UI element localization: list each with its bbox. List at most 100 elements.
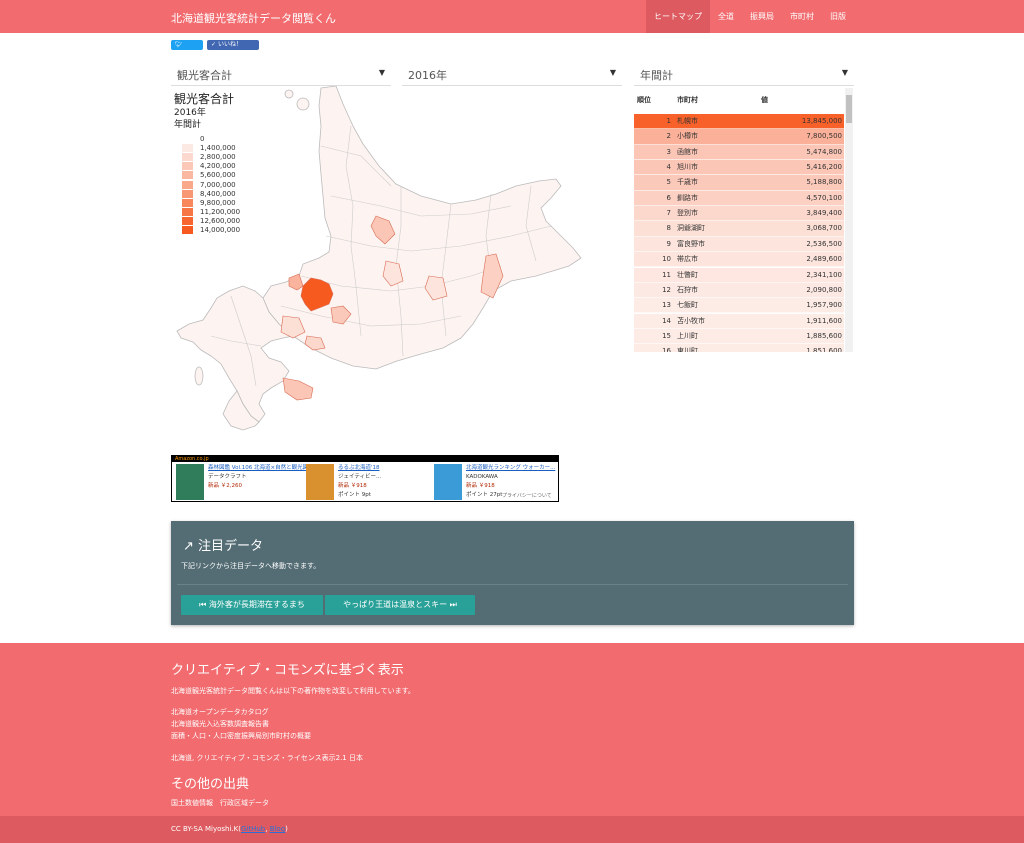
table-row[interactable]: 11 壮瞥町 2,341,100 — [634, 267, 844, 283]
table-row[interactable]: 7 登別市 3,849,400 — [634, 206, 844, 222]
ranking-header: 順位 市町村 値 — [634, 88, 853, 112]
table-row[interactable]: 16 東川町 1,851,600 — [634, 344, 844, 352]
row-value: 1,885,600 — [806, 331, 842, 340]
legend-item: 8,400,000 — [182, 189, 240, 198]
amazon-book-2[interactable]: るるぶ北海道'18 ジェイティビー... 新品 ￥918 ポイント 9pt — [302, 464, 430, 502]
ranking-table[interactable]: 順位 市町村 値 1 札幌市 13,845,000 2 小樽市 7,800,500 3 函館市… — [634, 88, 853, 352]
table-row[interactable]: 13 七飯町 1,957,900 — [634, 298, 844, 314]
row-rank: 8 — [666, 224, 671, 233]
table-row[interactable]: 5 千歳市 5,188,800 — [634, 175, 844, 191]
row-rank: 16 — [662, 347, 671, 352]
row-value: 3,849,400 — [806, 209, 842, 218]
period-select[interactable]: 年間計 ▼ — [634, 62, 854, 86]
credit-suffix: ) — [285, 825, 288, 833]
book-title[interactable]: 森林図鑑 Vol.106 北海道×自然と観光図 — [208, 464, 308, 473]
legend-swatch — [182, 198, 193, 207]
legend-label: 9,800,000 — [200, 198, 236, 207]
map-region-north[interactable] — [262, 86, 582, 370]
amazon-book-1[interactable]: 森林図鑑 Vol.106 北海道×自然と観光図 データクラフト 新品 ￥2,26… — [172, 464, 308, 502]
table-row[interactable]: 10 帯広市 2,489,600 — [634, 252, 844, 268]
nav-old-version[interactable]: 旧版 — [822, 0, 854, 33]
book-cover[interactable] — [434, 464, 462, 500]
legend-label: 7,000,000 — [200, 180, 236, 189]
book-cover[interactable] — [176, 464, 204, 500]
table-row[interactable]: 14 苫小牧市 1,911,600 — [634, 313, 844, 329]
table-row[interactable]: 8 洞爺湖町 3,068,700 — [634, 221, 844, 237]
row-value: 4,570,100 — [806, 193, 842, 202]
legend-label: 4,200,000 — [200, 162, 236, 171]
period-select-value: 年間計 — [640, 69, 673, 82]
tweet-button[interactable]: 🐦︎ Tweet — [171, 40, 203, 58]
book-price: 新品 ￥918 — [338, 483, 367, 489]
row-rank: 11 — [662, 270, 671, 279]
table-row[interactable]: 9 富良野市 2,536,500 — [634, 236, 844, 253]
nav-bureau[interactable]: 振興局 — [742, 0, 782, 33]
table-row[interactable]: 6 釧路市 4,570,100 — [634, 190, 844, 207]
footer-source-1: 北海道オープンデータカタログ — [171, 708, 269, 716]
row-rank: 1 — [666, 117, 671, 125]
row-city: 壮瞥町 — [677, 270, 698, 279]
row-value: 2,489,600 — [806, 255, 842, 264]
legend-label: 14,000,000 — [200, 226, 241, 235]
legend-item: 7,000,000 — [182, 180, 240, 189]
ranking-scrollbar[interactable] — [845, 88, 853, 352]
footer-credit: CC BY-SA Miyoshi.K(GitHub, Blog) — [171, 825, 288, 833]
scroll-thumb[interactable] — [846, 95, 852, 123]
book-cover[interactable] — [306, 464, 334, 500]
legend-item: 12,600,000 — [182, 217, 240, 226]
row-value: 13,845,000 — [801, 117, 842, 125]
row-value: 5,188,800 — [806, 178, 842, 187]
row-rank: 9 — [666, 239, 671, 248]
map-island-rishiri[interactable] — [296, 97, 310, 111]
legend-scale: 0 1,400,000 2,800,000 4,200,000 5,600,000 7,0… — [182, 134, 240, 235]
featured-title: ↗ 注目データ — [183, 535, 263, 554]
legend-label: 1,400,000 — [200, 143, 236, 152]
legend-item: 11,200,000 — [182, 208, 240, 217]
nav-all[interactable]: 全道 — [710, 0, 742, 33]
table-row[interactable]: 3 函館市 5,474,800 — [634, 144, 844, 160]
footer-license: 北海道, クリエイティブ・コモンズ・ライセンス表示2.1 日本 — [171, 754, 363, 762]
row-rank: 12 — [662, 285, 671, 294]
footer-cc-heading: クリエイティブ・コモンズに基づく表示 — [171, 663, 404, 678]
legend-swatch — [182, 226, 193, 235]
map-island-rebun[interactable] — [284, 89, 294, 99]
map-hakodate[interactable] — [282, 377, 314, 401]
legend-label: 12,600,000 — [200, 217, 241, 226]
row-rank: 15 — [662, 331, 671, 340]
row-rank: 10 — [662, 255, 671, 264]
nav-heatmap[interactable]: ヒートマップ — [646, 0, 710, 33]
book-title[interactable]: るるぶ北海道'18 — [338, 464, 381, 473]
row-city: 釧路市 — [677, 193, 698, 202]
legend-item: 0 — [182, 134, 240, 143]
table-row[interactable]: 2 小樽市 7,800,500 — [634, 129, 844, 145]
book-publisher: KADOKAWA — [466, 474, 498, 480]
app-title[interactable]: 北海道観光客統計データ閲覧くん — [171, 10, 336, 26]
like-button[interactable]: ✓ いいね！ 267 — [207, 40, 259, 58]
table-row[interactable]: 1 札幌市 13,845,000 — [634, 114, 844, 130]
book-title[interactable]: 北海道観光ランキング ウォーカー... — [466, 464, 555, 473]
footer-cc-desc: 北海道観光客統計データ閲覧くんは以下の著作物を改変して利用しています。 — [171, 687, 415, 695]
table-row[interactable]: 12 石狩市 2,090,800 — [634, 282, 844, 299]
featured-button-foreign-stay[interactable]: ⏮ 海外客が長期滞在するまち — [181, 595, 323, 615]
metric-select[interactable]: 観光客合計 ▼ — [171, 62, 391, 86]
table-row[interactable]: 4 旭川市 5,416,200 — [634, 160, 844, 176]
map-island-okushiri[interactable] — [194, 366, 204, 386]
legend-label: 0 — [200, 134, 205, 143]
legend-swatch — [182, 143, 193, 152]
caret-down-icon: ▼ — [841, 68, 848, 77]
book-price: 新品 ￥918 — [466, 483, 495, 489]
nav-municipality[interactable]: 市町村 — [782, 0, 822, 33]
privacy-link[interactable]: プライバシーについて — [502, 492, 552, 499]
row-city: 石狩市 — [677, 285, 698, 294]
table-row[interactable]: 15 上川町 1,885,600 — [634, 328, 844, 345]
year-select[interactable]: 2016年 ▼ — [402, 62, 622, 86]
row-city: 上川町 — [677, 331, 698, 340]
legend-swatch — [182, 152, 193, 161]
blog-link[interactable]: Blog — [270, 825, 285, 833]
row-rank: 6 — [666, 193, 671, 202]
amazon-header[interactable]: Amazon.co.jp — [172, 456, 558, 462]
footer: クリエイティブ・コモンズに基づく表示 北海道観光客統計データ閲覧くんは以下の著作… — [0, 643, 1024, 843]
featured-button-onsen-ski[interactable]: やっぱり王道は温泉とスキー ⏭ — [325, 595, 475, 615]
legend-item: 9,800,000 — [182, 198, 240, 207]
github-link[interactable]: GitHub — [241, 825, 265, 833]
